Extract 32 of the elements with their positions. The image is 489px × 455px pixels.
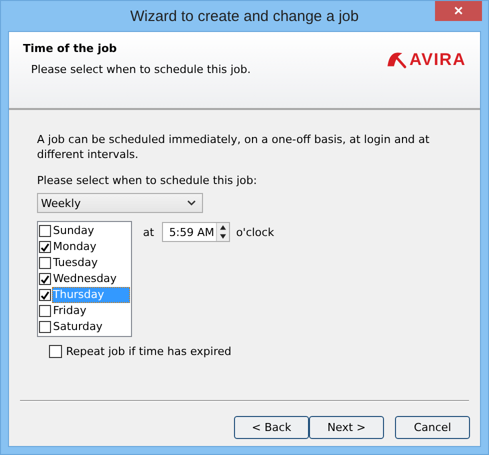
wizard-button[interactable]: < Back — [234, 416, 309, 439]
wizard-button[interactable]: Cancel — [395, 416, 470, 439]
spin-buttons[interactable] — [216, 223, 230, 241]
day-item[interactable]: Friday — [52, 303, 130, 319]
day-item[interactable]: Monday — [52, 239, 130, 255]
header-subtitle: Please select when to schedule this job. — [31, 63, 251, 76]
schedule-label: Please select when to schedule this job: — [37, 174, 258, 187]
wizard-button[interactable]: Next > — [309, 416, 384, 439]
at-label: at — [143, 226, 154, 239]
time-field[interactable]: 5:59 AM — [162, 222, 230, 242]
chevron-down-icon — [187, 200, 196, 206]
day-item[interactable]: Saturday — [52, 319, 130, 335]
day-item[interactable]: Wednesday — [52, 271, 130, 287]
day-checkbox[interactable] — [39, 257, 51, 269]
day-checkbox[interactable] — [39, 305, 51, 317]
intro-text: A job can be scheduled immediately, on a one-off basis, at login and at different intervals. — [37, 132, 430, 162]
day-item[interactable]: Tuesday — [52, 255, 130, 271]
window-title: Wizard to create and change a job — [130, 8, 359, 24]
day-checkbox[interactable] — [39, 321, 51, 333]
day-checkbox[interactable] — [39, 241, 51, 253]
oclock-label: o'clock — [236, 226, 274, 239]
day-checkbox[interactable] — [39, 225, 51, 237]
repeat-checkbox[interactable] — [49, 345, 62, 358]
repeat-label: Repeat job if time has expired — [66, 345, 232, 358]
day-item[interactable]: Sunday — [52, 223, 130, 239]
close-button[interactable]: ✕ — [435, 1, 482, 21]
logo-text: AVIRA — [409, 50, 466, 70]
umbrella-icon — [387, 51, 408, 69]
day-checkbox[interactable] — [39, 289, 51, 301]
day-checkbox[interactable] — [39, 273, 51, 285]
header-title: Time of the job — [23, 42, 118, 55]
schedule-dropdown[interactable]: Weekly — [37, 193, 203, 213]
